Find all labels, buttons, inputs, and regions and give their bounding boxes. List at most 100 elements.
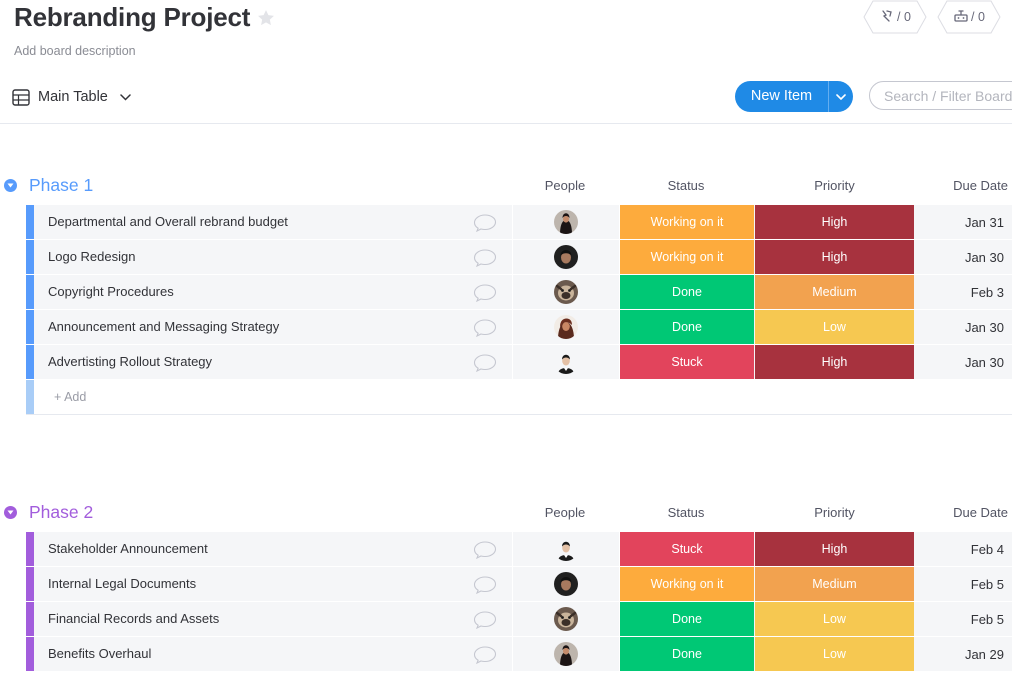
chat-bubble-icon[interactable] <box>473 284 497 307</box>
activity-counter-button[interactable]: / 0 <box>863 0 927 34</box>
item-name[interactable]: Copyright Procedures <box>48 275 174 309</box>
table-row[interactable]: Stakeholder Announcement Stuck High Feb … <box>26 532 1012 566</box>
due-date-cell[interactable]: Feb 4 <box>914 532 1012 566</box>
item-name[interactable]: Announcement and Messaging Strategy <box>48 310 279 344</box>
chat-bubble-icon[interactable] <box>473 249 497 272</box>
group-collapse-icon[interactable] <box>4 506 17 519</box>
chat-bubble-icon[interactable] <box>473 214 497 237</box>
status-cell[interactable]: Stuck <box>619 345 754 379</box>
avatar <box>554 642 578 666</box>
priority-cell[interactable]: High <box>755 345 914 379</box>
due-date-cell[interactable]: Jan 30 <box>914 240 1012 274</box>
activity-icon <box>879 8 895 27</box>
status-cell[interactable]: Stuck <box>619 532 754 566</box>
status-cell[interactable]: Working on it <box>619 240 754 274</box>
status-cell[interactable]: Done <box>619 637 754 671</box>
status-cell[interactable]: Done <box>619 310 754 344</box>
item-name[interactable]: Advertisting Rollout Strategy <box>48 345 212 379</box>
due-date-cell[interactable]: Jan 29 <box>914 637 1012 671</box>
view-label: Main Table <box>38 89 108 105</box>
column-header-priority[interactable]: Priority <box>755 505 914 520</box>
integrations-counter-button[interactable]: / 0 <box>937 0 1001 34</box>
item-name[interactable]: Internal Legal Documents <box>48 567 196 601</box>
search-filter-input[interactable]: Search / Filter Board <box>869 81 1012 110</box>
new-item-dropdown-icon[interactable] <box>829 93 853 100</box>
add-item-row[interactable]: + Add <box>26 380 1012 415</box>
board-description[interactable]: Add board description <box>14 44 136 58</box>
chevron-down-icon <box>120 93 131 101</box>
priority-cell[interactable]: Low <box>755 602 914 636</box>
integrations-count: / 0 <box>971 10 985 24</box>
people-cell[interactable] <box>512 567 619 601</box>
table-icon <box>12 88 30 106</box>
people-cell[interactable] <box>512 205 619 239</box>
status-cell[interactable]: Working on it <box>619 567 754 601</box>
table-row[interactable]: Logo Redesign Working on it High Jan 30 <box>26 240 1012 274</box>
add-item-label[interactable]: + Add <box>54 380 86 414</box>
status-cell[interactable]: Done <box>619 602 754 636</box>
item-name[interactable]: Benefits Overhaul <box>48 637 151 671</box>
item-name[interactable]: Departmental and Overall rebrand budget <box>48 205 288 239</box>
avatar <box>554 350 578 374</box>
people-cell[interactable] <box>512 602 619 636</box>
people-cell[interactable] <box>512 637 619 671</box>
table-row[interactable]: Financial Records and Assets Done Low Fe… <box>26 602 1012 636</box>
people-cell[interactable] <box>512 275 619 309</box>
group-color-bar <box>26 205 34 239</box>
favorite-star-icon[interactable] <box>256 8 276 33</box>
priority-cell[interactable]: Low <box>755 310 914 344</box>
avatar <box>554 280 578 304</box>
status-cell[interactable]: Working on it <box>619 205 754 239</box>
priority-cell[interactable]: Medium <box>755 275 914 309</box>
group-title[interactable]: Phase 1 <box>29 175 93 196</box>
column-header-priority[interactable]: Priority <box>755 178 914 193</box>
chat-bubble-icon[interactable] <box>473 319 497 342</box>
priority-cell[interactable]: High <box>755 532 914 566</box>
people-cell[interactable] <box>512 345 619 379</box>
chat-bubble-icon[interactable] <box>473 354 497 377</box>
due-date-cell[interactable]: Jan 30 <box>914 345 1012 379</box>
chat-bubble-icon[interactable] <box>473 611 497 634</box>
chat-bubble-icon[interactable] <box>473 576 497 599</box>
chat-bubble-icon[interactable] <box>473 646 497 669</box>
status-cell[interactable]: Done <box>619 275 754 309</box>
due-date-cell[interactable]: Feb 5 <box>914 567 1012 601</box>
due-date-cell[interactable]: Jan 31 <box>914 205 1012 239</box>
header-divider <box>0 123 1012 124</box>
item-name[interactable]: Logo Redesign <box>48 240 135 274</box>
view-selector[interactable]: Main Table <box>12 86 131 108</box>
group-color-bar <box>26 380 34 414</box>
due-date-cell[interactable]: Jan 30 <box>914 310 1012 344</box>
column-header-due-date[interactable]: Due Date <box>914 505 1012 520</box>
people-cell[interactable] <box>512 310 619 344</box>
column-header-people[interactable]: People <box>512 505 618 520</box>
chat-bubble-icon[interactable] <box>473 541 497 564</box>
people-cell[interactable] <box>512 532 619 566</box>
due-date-cell[interactable]: Feb 3 <box>914 275 1012 309</box>
board-title[interactable]: Rebranding Project <box>14 2 250 33</box>
column-header-due-date[interactable]: Due Date <box>914 178 1012 193</box>
avatar <box>554 607 578 631</box>
table-row[interactable]: Announcement and Messaging Strategy Done… <box>26 310 1012 344</box>
table-row[interactable]: Advertisting Rollout Strategy Stuck High… <box>26 345 1012 379</box>
table-row[interactable]: Copyright Procedures Done Medium Feb 3 <box>26 275 1012 309</box>
table-row[interactable]: Benefits Overhaul Done Low Jan 29 <box>26 637 1012 671</box>
group-collapse-icon[interactable] <box>4 179 17 192</box>
group-color-bar <box>26 602 34 636</box>
item-name[interactable]: Financial Records and Assets <box>48 602 219 636</box>
column-header-status[interactable]: Status <box>619 178 753 193</box>
table-row[interactable]: Departmental and Overall rebrand budget … <box>26 205 1012 239</box>
priority-cell[interactable]: High <box>755 240 914 274</box>
people-cell[interactable] <box>512 240 619 274</box>
priority-cell[interactable]: Low <box>755 637 914 671</box>
group-title[interactable]: Phase 2 <box>29 502 93 523</box>
column-header-people[interactable]: People <box>512 178 618 193</box>
priority-cell[interactable]: Medium <box>755 567 914 601</box>
table-row[interactable]: Internal Legal Documents Working on it M… <box>26 567 1012 601</box>
new-item-button[interactable]: New Item <box>735 81 853 112</box>
column-header-status[interactable]: Status <box>619 505 753 520</box>
item-name[interactable]: Stakeholder Announcement <box>48 532 208 566</box>
avatar <box>554 315 578 339</box>
due-date-cell[interactable]: Feb 5 <box>914 602 1012 636</box>
priority-cell[interactable]: High <box>755 205 914 239</box>
